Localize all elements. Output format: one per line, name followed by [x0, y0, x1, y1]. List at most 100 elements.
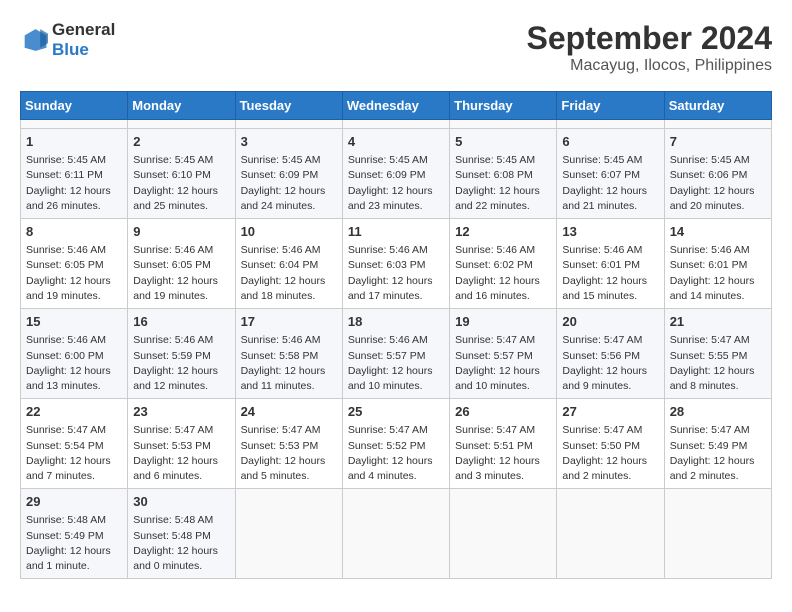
table-row: 21Sunrise: 5:47 AM Sunset: 5:55 PM Dayli… — [664, 309, 771, 399]
table-row: 26 Sunrise: 5:47 AM Sunset: 5:51 PM Dayli… — [450, 399, 557, 489]
day-number: 26 — [455, 403, 551, 421]
day-number: 22 — [26, 403, 122, 421]
table-row: 20 Sunrise: 5:47 AM Sunset: 5:56 PM Dayli… — [557, 309, 664, 399]
col-wednesday: Wednesday — [342, 92, 449, 120]
day-detail: Sunrise: 5:46 AM Sunset: 5:58 PM Dayligh… — [241, 333, 337, 394]
day-detail: Sunrise: 5:45 AM Sunset: 6:09 PM Dayligh… — [348, 153, 444, 214]
day-detail: Sunrise: 5:47 AM Sunset: 5:51 PM Dayligh… — [455, 423, 551, 484]
day-detail: Sunrise: 5:47 AM Sunset: 5:56 PM Dayligh… — [562, 333, 658, 394]
calendar-week-4: 15Sunrise: 5:46 AM Sunset: 6:00 PM Dayli… — [21, 309, 772, 399]
day-detail: Sunrise: 5:46 AM Sunset: 6:04 PM Dayligh… — [241, 243, 337, 304]
day-detail: Sunrise: 5:45 AM Sunset: 6:06 PM Dayligh… — [670, 153, 766, 214]
table-row: 19Sunrise: 5:47 AM Sunset: 5:57 PM Dayli… — [450, 309, 557, 399]
table-row: 18 Sunrise: 5:46 AM Sunset: 5:57 PM Dayli… — [342, 309, 449, 399]
day-number: 23 — [133, 403, 229, 421]
calendar-subtitle: Macayug, Ilocos, Philippines — [527, 57, 772, 75]
day-detail: Sunrise: 5:47 AM Sunset: 5:52 PM Dayligh… — [348, 423, 444, 484]
table-row — [21, 120, 128, 129]
day-detail: Sunrise: 5:46 AM Sunset: 5:57 PM Dayligh… — [348, 333, 444, 394]
day-number: 28 — [670, 403, 766, 421]
logo-text: General Blue — [52, 20, 115, 60]
day-number: 20 — [562, 313, 658, 331]
table-row — [342, 120, 449, 129]
day-number: 17 — [241, 313, 337, 331]
table-row: 4 Sunrise: 5:45 AM Sunset: 6:09 PM Daylig… — [342, 129, 449, 219]
day-number: 24 — [241, 403, 337, 421]
table-row — [450, 489, 557, 579]
day-number: 1 — [26, 133, 122, 151]
day-detail: Sunrise: 5:46 AM Sunset: 6:05 PM Dayligh… — [26, 243, 122, 304]
day-detail: Sunrise: 5:47 AM Sunset: 5:53 PM Dayligh… — [241, 423, 337, 484]
day-number: 10 — [241, 223, 337, 241]
day-detail: Sunrise: 5:45 AM Sunset: 6:08 PM Dayligh… — [455, 153, 551, 214]
col-monday: Monday — [128, 92, 235, 120]
day-detail: Sunrise: 5:45 AM Sunset: 6:10 PM Dayligh… — [133, 153, 229, 214]
day-number: 13 — [562, 223, 658, 241]
calendar-week-2: 1 Sunrise: 5:45 AM Sunset: 6:11 PM Daylig… — [21, 129, 772, 219]
table-row: 29Sunrise: 5:48 AM Sunset: 5:49 PM Dayli… — [21, 489, 128, 579]
day-number: 7 — [670, 133, 766, 151]
table-row: 8Sunrise: 5:46 AM Sunset: 6:05 PM Daylig… — [21, 219, 128, 309]
day-number: 30 — [133, 493, 229, 511]
table-row — [128, 120, 235, 129]
day-number: 4 — [348, 133, 444, 151]
day-number: 16 — [133, 313, 229, 331]
calendar-title: September 2024 — [527, 20, 772, 57]
day-number: 18 — [348, 313, 444, 331]
day-number: 12 — [455, 223, 551, 241]
table-row: 30Sunrise: 5:48 AM Sunset: 5:48 PM Dayli… — [128, 489, 235, 579]
table-row: 14Sunrise: 5:46 AM Sunset: 6:01 PM Dayli… — [664, 219, 771, 309]
col-thursday: Thursday — [450, 92, 557, 120]
table-row — [235, 120, 342, 129]
day-detail: Sunrise: 5:45 AM Sunset: 6:07 PM Dayligh… — [562, 153, 658, 214]
table-row — [664, 120, 771, 129]
day-number: 11 — [348, 223, 444, 241]
calendar-week-6: 29Sunrise: 5:48 AM Sunset: 5:49 PM Dayli… — [21, 489, 772, 579]
table-row — [450, 120, 557, 129]
day-detail: Sunrise: 5:46 AM Sunset: 6:05 PM Dayligh… — [133, 243, 229, 304]
day-detail: Sunrise: 5:47 AM Sunset: 5:54 PM Dayligh… — [26, 423, 122, 484]
table-row: 9 Sunrise: 5:46 AM Sunset: 6:05 PM Daylig… — [128, 219, 235, 309]
table-row: 2 Sunrise: 5:45 AM Sunset: 6:10 PM Daylig… — [128, 129, 235, 219]
table-row: 25 Sunrise: 5:47 AM Sunset: 5:52 PM Dayli… — [342, 399, 449, 489]
day-detail: Sunrise: 5:47 AM Sunset: 5:49 PM Dayligh… — [670, 423, 766, 484]
day-number: 9 — [133, 223, 229, 241]
col-friday: Friday — [557, 92, 664, 120]
page-header: General Blue September 2024 Macayug, Ilo… — [20, 20, 772, 75]
table-row: 5 Sunrise: 5:45 AM Sunset: 6:08 PM Daylig… — [450, 129, 557, 219]
day-number: 15 — [26, 313, 122, 331]
logo-icon — [20, 26, 48, 54]
calendar-week-3: 8Sunrise: 5:46 AM Sunset: 6:05 PM Daylig… — [21, 219, 772, 309]
calendar-week-5: 22 Sunrise: 5:47 AM Sunset: 5:54 PM Dayli… — [21, 399, 772, 489]
title-section: September 2024 Macayug, Ilocos, Philippi… — [527, 20, 772, 75]
table-row: 10 Sunrise: 5:46 AM Sunset: 6:04 PM Dayli… — [235, 219, 342, 309]
table-row: 3Sunrise: 5:45 AM Sunset: 6:09 PM Daylig… — [235, 129, 342, 219]
table-row: 1 Sunrise: 5:45 AM Sunset: 6:11 PM Daylig… — [21, 129, 128, 219]
col-tuesday: Tuesday — [235, 92, 342, 120]
table-row: 11Sunrise: 5:46 AM Sunset: 6:03 PM Dayli… — [342, 219, 449, 309]
table-row: 22 Sunrise: 5:47 AM Sunset: 5:54 PM Dayli… — [21, 399, 128, 489]
table-row: 16Sunrise: 5:46 AM Sunset: 5:59 PM Dayli… — [128, 309, 235, 399]
day-detail: Sunrise: 5:46 AM Sunset: 6:01 PM Dayligh… — [562, 243, 658, 304]
day-number: 25 — [348, 403, 444, 421]
table-row — [557, 489, 664, 579]
day-number: 6 — [562, 133, 658, 151]
table-row: 27 Sunrise: 5:47 AM Sunset: 5:50 PM Dayli… — [557, 399, 664, 489]
day-detail: Sunrise: 5:46 AM Sunset: 6:02 PM Dayligh… — [455, 243, 551, 304]
table-row — [664, 489, 771, 579]
day-detail: Sunrise: 5:47 AM Sunset: 5:53 PM Dayligh… — [133, 423, 229, 484]
table-row — [235, 489, 342, 579]
table-row: 17 Sunrise: 5:46 AM Sunset: 5:58 PM Dayli… — [235, 309, 342, 399]
day-detail: Sunrise: 5:45 AM Sunset: 6:11 PM Dayligh… — [26, 153, 122, 214]
calendar-week-1 — [21, 120, 772, 129]
day-detail: Sunrise: 5:47 AM Sunset: 5:50 PM Dayligh… — [562, 423, 658, 484]
col-sunday: Sunday — [21, 92, 128, 120]
table-row — [557, 120, 664, 129]
day-number: 5 — [455, 133, 551, 151]
table-row: 6 Sunrise: 5:45 AM Sunset: 6:07 PM Daylig… — [557, 129, 664, 219]
table-row: 15Sunrise: 5:46 AM Sunset: 6:00 PM Dayli… — [21, 309, 128, 399]
table-row: 24 Sunrise: 5:47 AM Sunset: 5:53 PM Dayli… — [235, 399, 342, 489]
day-detail: Sunrise: 5:48 AM Sunset: 5:49 PM Dayligh… — [26, 513, 122, 574]
day-number: 27 — [562, 403, 658, 421]
day-number: 2 — [133, 133, 229, 151]
